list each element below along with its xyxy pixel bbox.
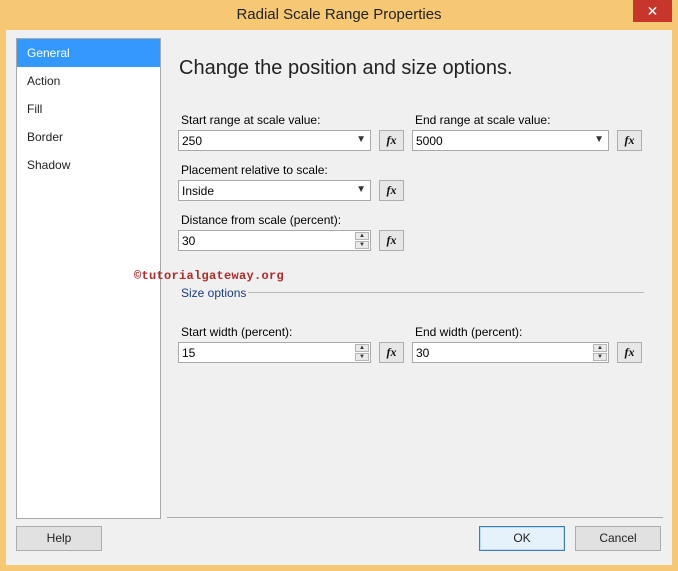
start-range-fx-button[interactable]: fx xyxy=(379,130,404,151)
title-bar: Radial Scale Range Properties ✕ xyxy=(0,0,678,30)
spin-down-icon[interactable]: ▼ xyxy=(593,353,607,361)
sidebar-item-action[interactable]: Action xyxy=(17,67,160,95)
watermark: ©tutorialgateway.org xyxy=(134,269,285,283)
distance-spinbox[interactable]: 30 ▲ ▼ xyxy=(178,230,371,251)
footer-divider xyxy=(167,517,663,518)
close-button[interactable]: ✕ xyxy=(633,0,672,22)
sidebar-item-border[interactable]: Border xyxy=(17,123,160,151)
cancel-button[interactable]: Cancel xyxy=(575,526,661,551)
help-button[interactable]: Help xyxy=(16,526,102,551)
section-divider xyxy=(248,292,644,293)
dialog-content: General Action Fill Border Shadow Change… xyxy=(6,30,672,565)
start-width-spinbox[interactable]: 15 ▲ ▼ xyxy=(178,342,371,363)
start-range-label: Start range at scale value: xyxy=(181,113,321,127)
spin-controls: ▲ ▼ xyxy=(593,344,607,361)
start-range-value: 250 xyxy=(182,134,203,148)
end-range-fx-button[interactable]: fx xyxy=(617,130,642,151)
end-range-combobox[interactable]: 5000 ▼ xyxy=(412,130,609,151)
spin-controls: ▲ ▼ xyxy=(355,232,369,249)
start-width-fx-button[interactable]: fx xyxy=(379,342,404,363)
spin-down-icon[interactable]: ▼ xyxy=(355,353,369,361)
end-width-fx-button[interactable]: fx xyxy=(617,342,642,363)
chevron-down-icon: ▼ xyxy=(594,134,604,145)
close-icon: ✕ xyxy=(646,3,659,19)
distance-fx-button[interactable]: fx xyxy=(379,230,404,251)
sidebar-item-general[interactable]: General xyxy=(17,39,160,67)
end-width-spinbox[interactable]: 30 ▲ ▼ xyxy=(412,342,609,363)
start-width-value: 15 xyxy=(182,346,196,360)
placement-combobox[interactable]: Inside ▼ xyxy=(178,180,371,201)
placement-fx-button[interactable]: fx xyxy=(379,180,404,201)
chevron-down-icon: ▼ xyxy=(356,134,366,145)
dialog-window: Radial Scale Range Properties ✕ General … xyxy=(0,0,678,571)
chevron-down-icon: ▼ xyxy=(356,184,366,195)
distance-label: Distance from scale (percent): xyxy=(181,213,342,227)
window-title: Radial Scale Range Properties xyxy=(236,6,442,23)
placement-label: Placement relative to scale: xyxy=(181,163,328,177)
placement-value: Inside xyxy=(182,184,215,198)
ok-button[interactable]: OK xyxy=(479,526,565,551)
end-range-value: 5000 xyxy=(416,134,443,148)
spin-up-icon[interactable]: ▲ xyxy=(355,344,369,352)
end-width-value: 30 xyxy=(416,346,430,360)
size-options-heading: Size options xyxy=(181,286,247,300)
spin-up-icon[interactable]: ▲ xyxy=(355,232,369,240)
sidebar-item-fill[interactable]: Fill xyxy=(17,95,160,123)
start-width-label: Start width (percent): xyxy=(181,325,293,339)
spin-controls: ▲ ▼ xyxy=(355,344,369,361)
distance-value: 30 xyxy=(182,234,196,248)
sidebar-item-shadow[interactable]: Shadow xyxy=(17,151,160,179)
start-range-combobox[interactable]: 250 ▼ xyxy=(178,130,371,151)
spin-up-icon[interactable]: ▲ xyxy=(593,344,607,352)
page-heading: Change the position and size options. xyxy=(179,57,513,79)
spin-down-icon[interactable]: ▼ xyxy=(355,241,369,249)
end-width-label: End width (percent): xyxy=(415,325,523,339)
end-range-label: End range at scale value: xyxy=(415,113,551,127)
